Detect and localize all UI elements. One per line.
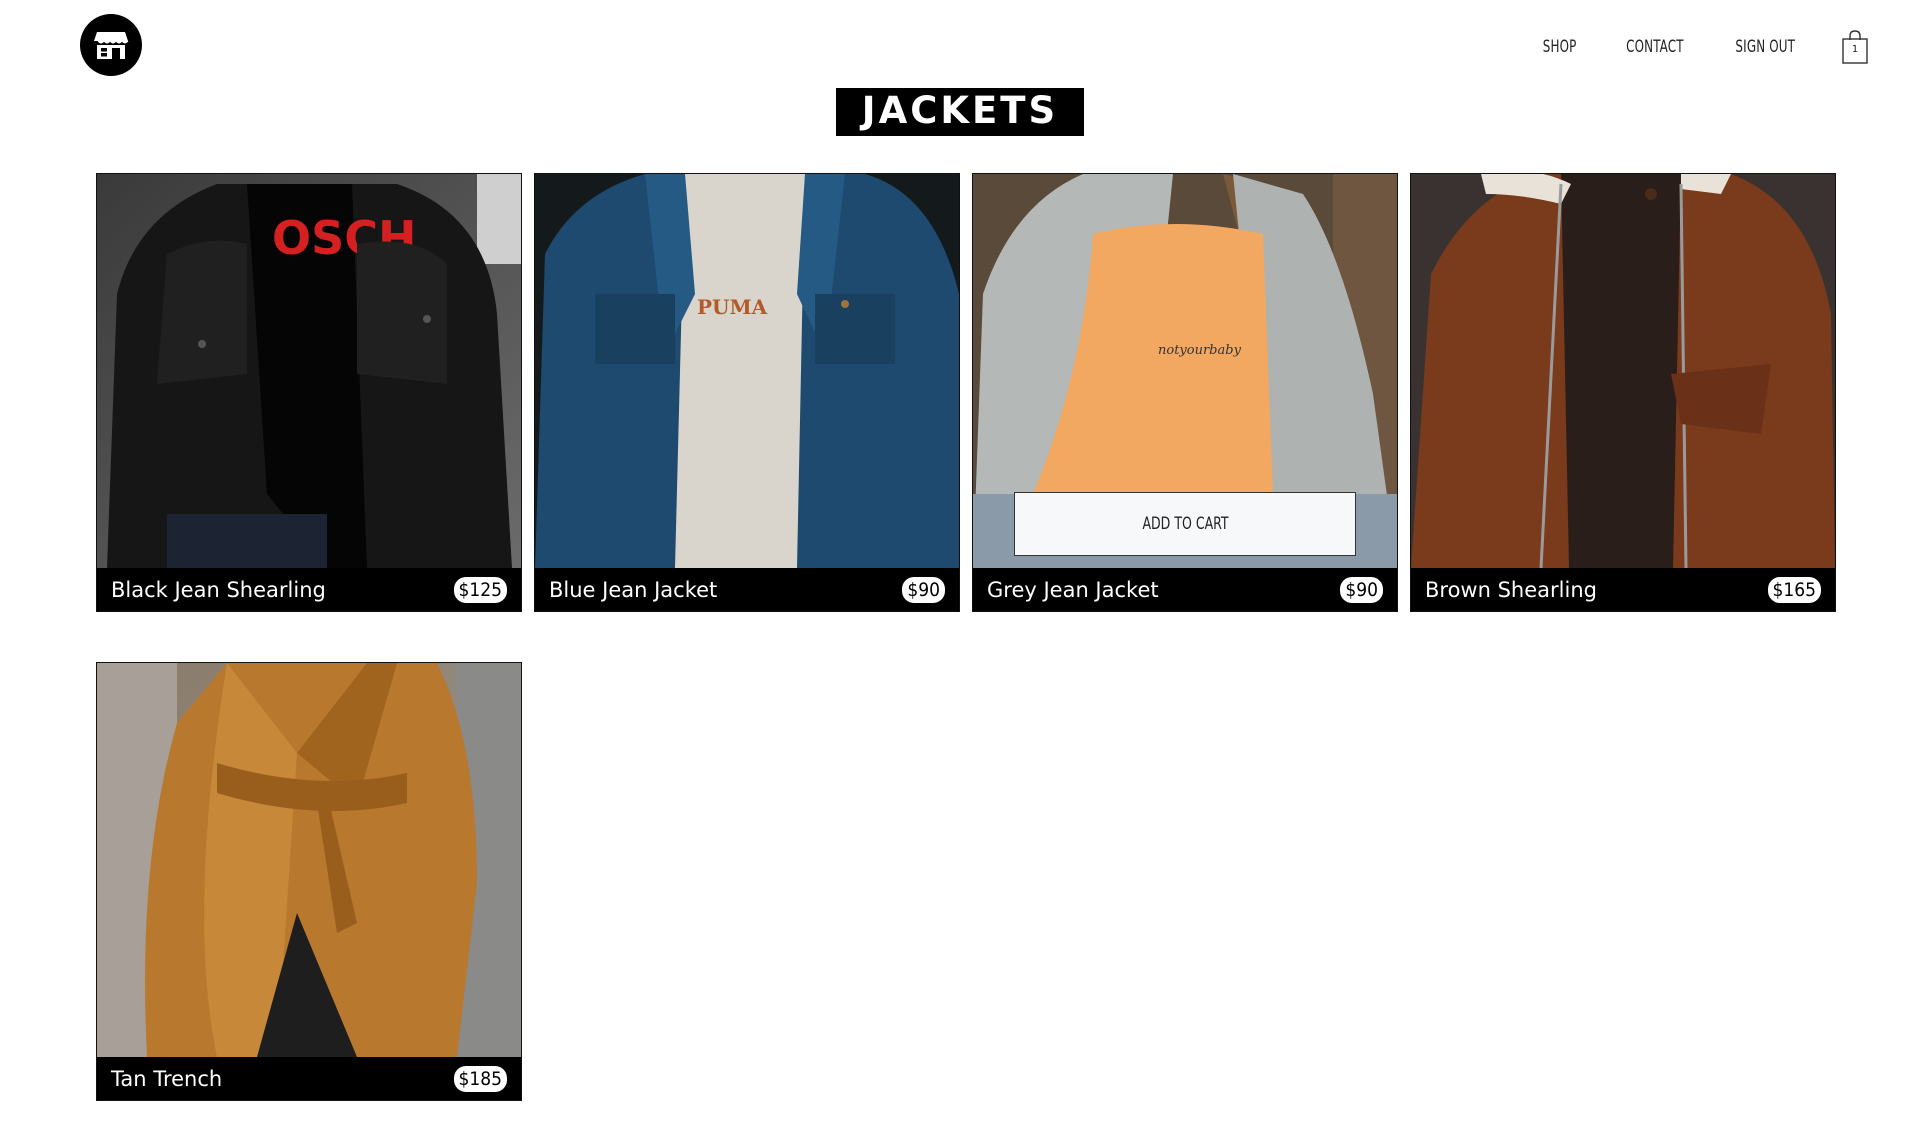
top-nav: SHOP CONTACT SIGN OUT 1 — [1538, 30, 1870, 64]
product-card[interactable]: notyourbaby ADD TO CART Grey Jean Jacket… — [972, 173, 1398, 612]
storefront-icon — [94, 32, 129, 59]
home-logo[interactable] — [80, 14, 142, 76]
shop-page: SHOP CONTACT SIGN OUT 1 JACKETS OSCH Bla… — [0, 0, 1920, 1134]
product-card[interactable]: PUMA Blue Jean Jacket $90 — [534, 173, 960, 612]
product-card[interactable]: Brown Shearling $165 — [1410, 173, 1836, 612]
product-name: Tan Trench — [111, 1066, 223, 1091]
product-image — [97, 663, 521, 1057]
product-name: Grey Jean Jacket — [987, 577, 1159, 602]
nav-shop-link[interactable]: SHOP — [1543, 37, 1577, 57]
nav-sign-out-link[interactable]: SIGN OUT — [1736, 37, 1796, 57]
title-wrap: JACKETS — [0, 88, 1920, 136]
product-price: $125 — [453, 576, 507, 603]
product-name: Brown Shearling — [1425, 577, 1597, 602]
cart-count: 1 — [1851, 44, 1859, 55]
product-card[interactable]: OSCH Black Jean Shearling $125 — [96, 173, 522, 612]
product-image: OSCH — [97, 174, 521, 568]
product-info-bar: Tan Trench $185 — [97, 1057, 521, 1100]
product-info-bar: Black Jean Shearling $125 — [97, 568, 521, 611]
nav-contact-link[interactable]: CONTACT — [1626, 37, 1684, 57]
product-price: $90 — [902, 576, 945, 603]
svg-text:PUMA: PUMA — [697, 295, 768, 319]
product-grid: OSCH Black Jean Shearling $125 PUMA Blue… — [96, 173, 1836, 1101]
svg-text:notyourbaby: notyourbaby — [1158, 343, 1242, 358]
product-price: $165 — [1767, 576, 1821, 603]
product-name: Black Jean Shearling — [111, 577, 326, 602]
page-title: JACKETS — [835, 88, 1085, 136]
product-card[interactable]: Tan Trench $185 — [96, 662, 522, 1101]
product-info-bar: Blue Jean Jacket $90 — [535, 568, 959, 611]
add-to-cart-button[interactable]: ADD TO CART — [1014, 492, 1356, 556]
product-info-bar: Grey Jean Jacket $90 — [973, 568, 1397, 611]
product-info-bar: Brown Shearling $165 — [1411, 568, 1835, 611]
cart-button[interactable]: 1 — [1840, 30, 1870, 64]
product-price: $90 — [1340, 576, 1383, 603]
product-image: PUMA — [535, 174, 959, 568]
product-image — [1411, 174, 1835, 568]
product-price: $185 — [453, 1065, 507, 1092]
product-name: Blue Jean Jacket — [549, 577, 718, 602]
